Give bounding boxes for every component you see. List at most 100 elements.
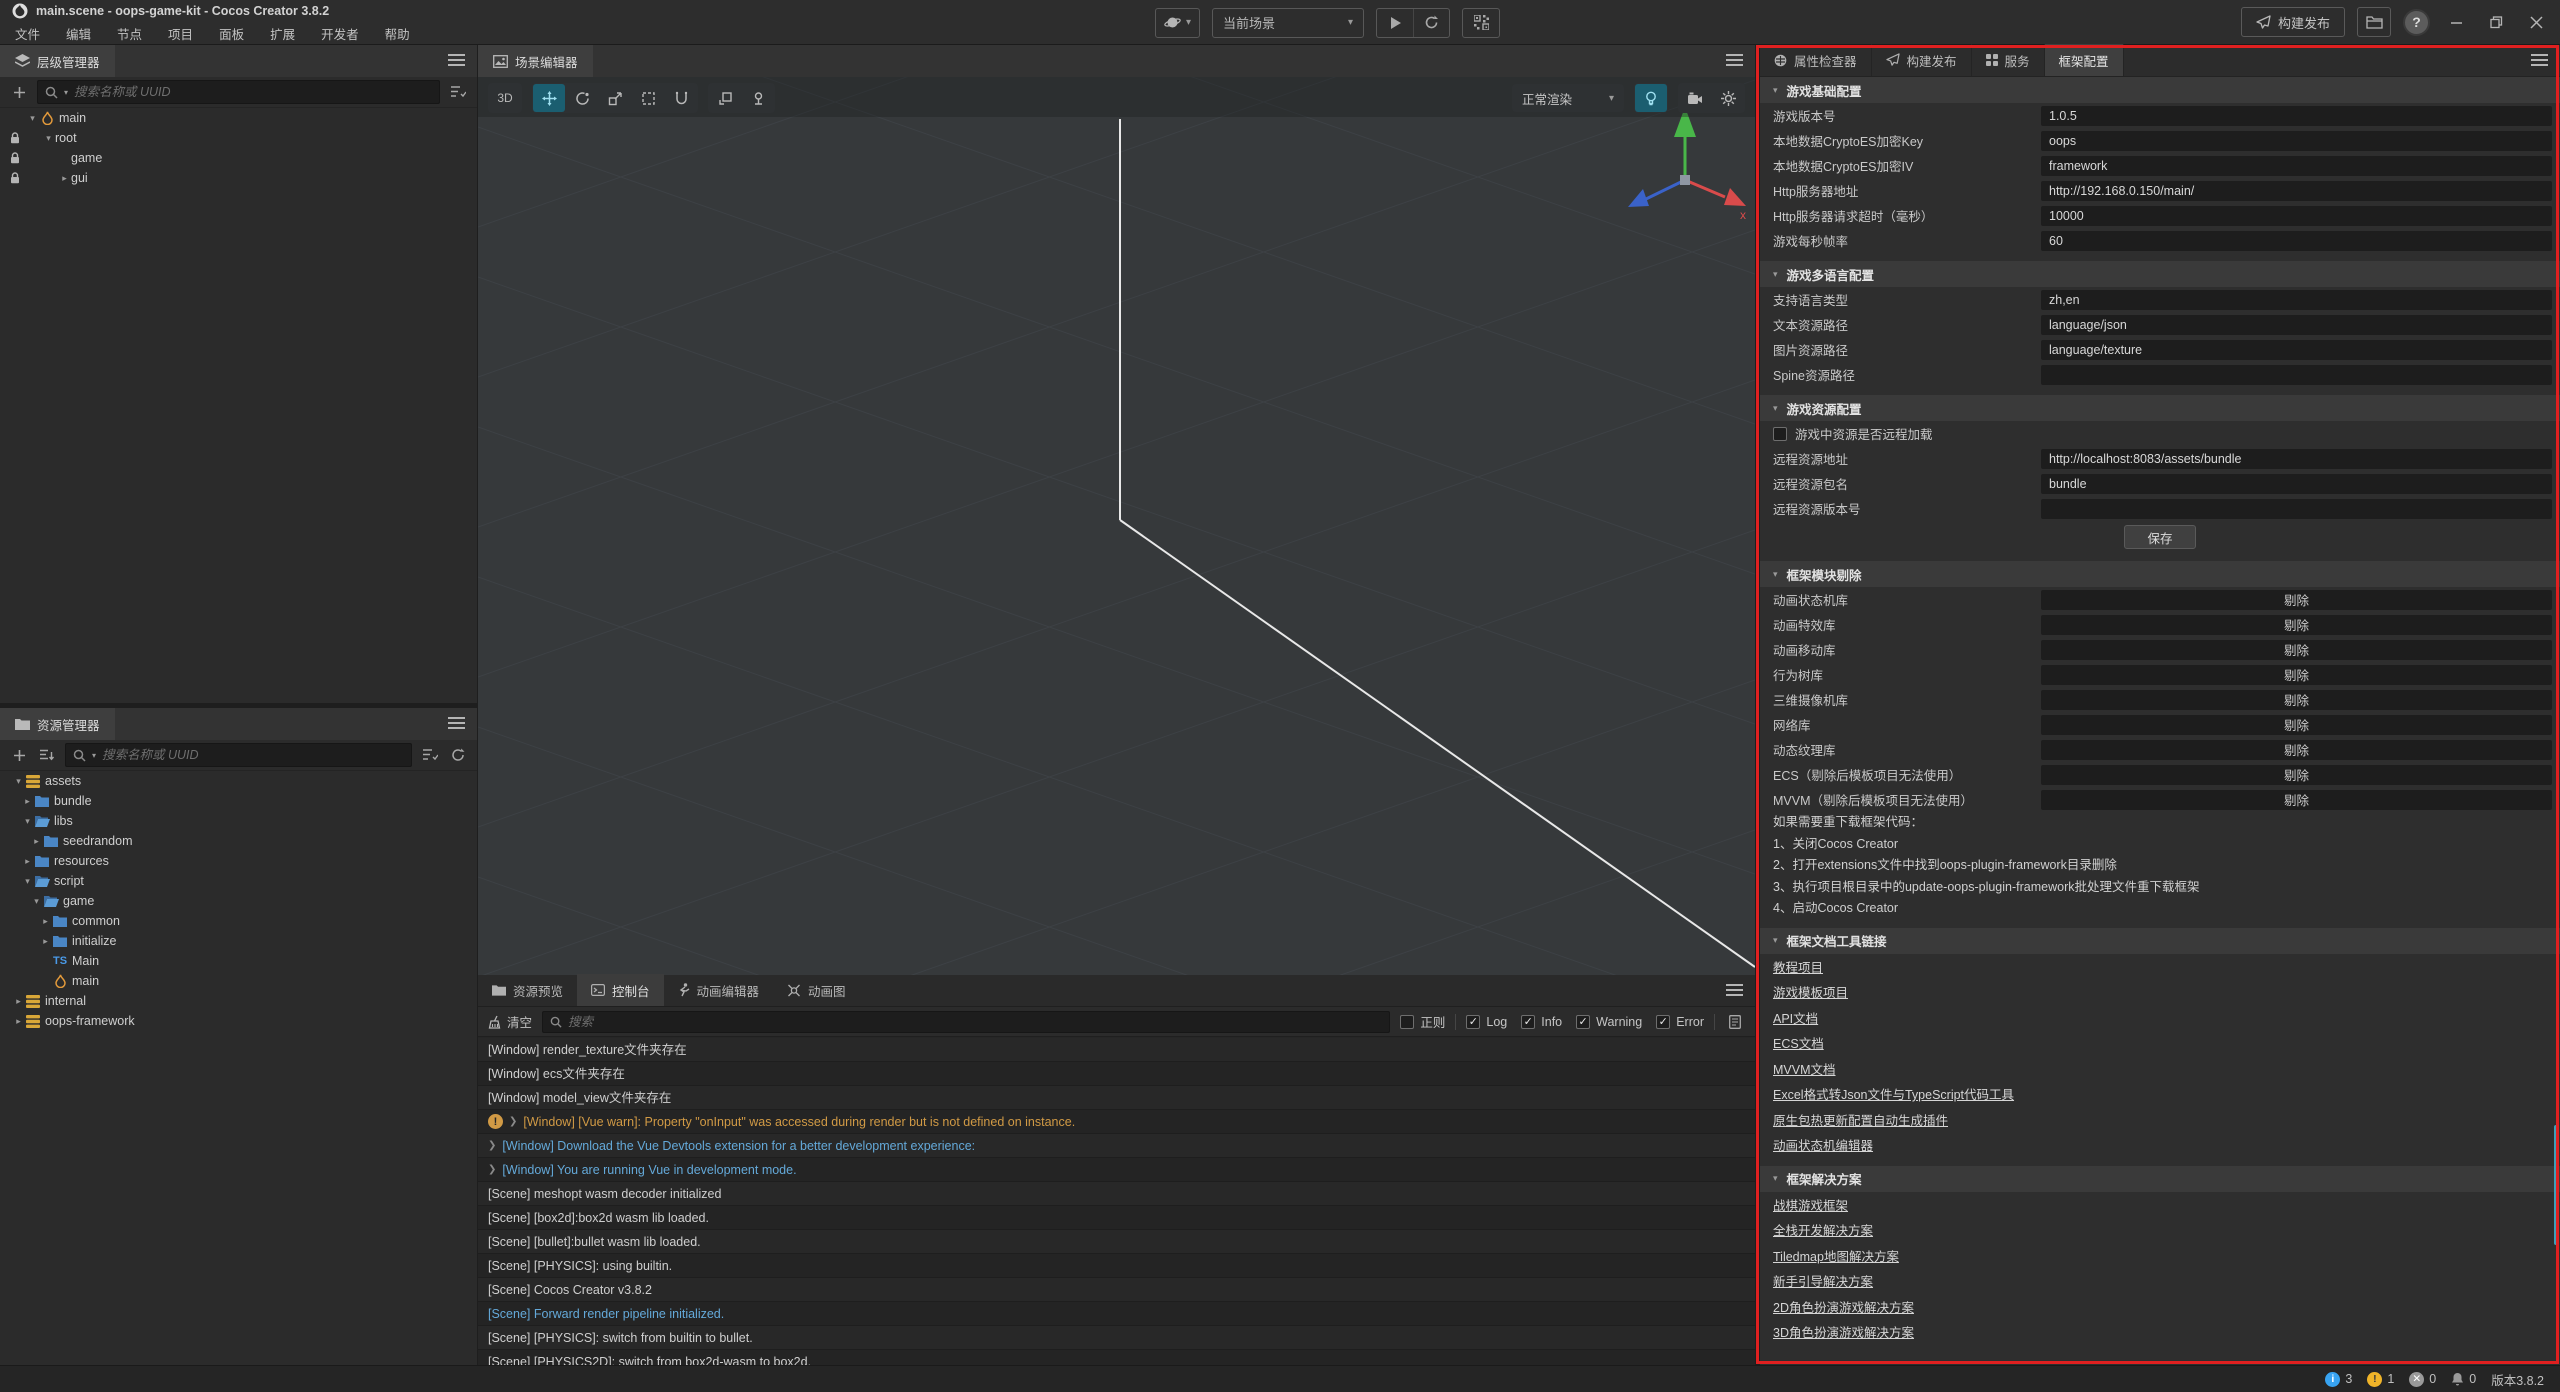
camera-settings-button[interactable] [1679, 84, 1711, 112]
hierarchy-tree-row[interactable]: ▾main [0, 108, 477, 128]
info-count-badge[interactable]: i 3 [2325, 1372, 2352, 1387]
inspector-tab-3[interactable]: 框架配置 [2045, 44, 2124, 76]
prop-value-input[interactable] [2049, 209, 2544, 223]
section-game-basic[interactable]: ▾ 游戏基础配置 [1760, 77, 2560, 103]
menu-item[interactable]: 节点 [104, 24, 155, 43]
help-button[interactable]: ? [2403, 9, 2430, 36]
expand-arrow-icon[interactable]: ▸ [39, 936, 52, 947]
pivot-toggle-button[interactable] [709, 84, 741, 112]
section-game-lang[interactable]: ▾ 游戏多语言配置 [1760, 261, 2560, 287]
remove-module-button[interactable]: 剔除 [2041, 740, 2552, 760]
asset-tree-row[interactable]: ▸resources [0, 851, 477, 871]
solutions-link[interactable]: 战棋游戏框架 [1773, 1195, 1848, 1214]
filter-checkbox-log[interactable]: ✓Log [1466, 1015, 1507, 1029]
asset-tree-row[interactable]: ▸bundle [0, 791, 477, 811]
remove-module-button[interactable]: 剔除 [2041, 790, 2552, 810]
expand-arrow-icon[interactable]: ❯ [488, 1134, 496, 1158]
filter-checkbox-error[interactable]: ✓Error [1656, 1015, 1704, 1029]
menu-item[interactable]: 面板 [206, 24, 257, 43]
log-row[interactable]: [Scene] [box2d]:box2d wasm lib loaded. [478, 1206, 1755, 1230]
remote-load-checkbox[interactable] [1773, 427, 1787, 441]
prop-value-input[interactable] [2049, 109, 2544, 123]
docs-link[interactable]: 原生包热更新配置自动生成插件 [1773, 1110, 1948, 1129]
hierarchy-tree-row[interactable]: game [0, 148, 477, 168]
save-button[interactable]: 保存 [2124, 525, 2196, 549]
menu-item[interactable]: 帮助 [372, 24, 423, 43]
log-row[interactable]: [Window] model_view文件夹存在 [478, 1086, 1755, 1110]
error-count-badge[interactable]: ✕ 0 [2409, 1372, 2436, 1387]
remove-module-button[interactable]: 剔除 [2041, 640, 2552, 660]
open-project-folder-button[interactable] [2357, 7, 2391, 37]
filter-checkbox-warning[interactable]: ✓Warning [1576, 1015, 1642, 1029]
inspector-tab-2[interactable]: 服务 [1972, 44, 2045, 76]
sort-assets-icon[interactable] [37, 745, 57, 765]
console-tab-0[interactable]: 资源预览 [478, 974, 577, 1006]
console-tab-console[interactable]: 控制台 [577, 974, 664, 1006]
panel-menu-icon[interactable] [2531, 54, 2548, 67]
remove-module-button[interactable]: 剔除 [2041, 765, 2552, 785]
log-row[interactable]: [Scene] [bullet]:bullet wasm lib loaded. [478, 1230, 1755, 1254]
asset-tree-row[interactable]: main [0, 971, 477, 991]
log-row[interactable]: [Window] ecs文件夹存在 [478, 1062, 1755, 1086]
expand-arrow-icon[interactable]: ▸ [58, 173, 71, 184]
docs-link[interactable]: 游戏模板项目 [1773, 982, 1848, 1001]
section-framework-modules[interactable]: ▾ 框架模块剔除 [1760, 561, 2560, 587]
asset-tree-row[interactable]: ▾libs [0, 811, 477, 831]
asset-tree-row[interactable]: ▾assets [0, 771, 477, 791]
assets-search-input[interactable] [102, 748, 404, 762]
lock-icon[interactable] [10, 132, 20, 144]
section-game-res[interactable]: ▾ 游戏资源配置 [1760, 395, 2560, 421]
solutions-link[interactable]: 3D角色扮演游戏解决方案 [1773, 1322, 1914, 1341]
prop-value-input[interactable] [2049, 184, 2544, 198]
preview-qr-button[interactable] [1463, 9, 1499, 37]
transform-tool-button[interactable] [665, 84, 697, 112]
menu-item[interactable]: 开发者 [308, 24, 372, 43]
menu-item[interactable]: 项目 [155, 24, 206, 43]
asset-tree-row[interactable]: ▾script [0, 871, 477, 891]
rotate-tool-button[interactable] [566, 84, 598, 112]
panel-menu-icon[interactable] [448, 717, 465, 730]
platform-select-button[interactable]: ▾ [1156, 9, 1199, 37]
docs-link[interactable]: ECS文档 [1773, 1033, 1824, 1052]
log-row[interactable]: [Scene] [PHYSICS2D]: switch from box2d-w… [478, 1350, 1755, 1365]
notification-badge[interactable]: 0 [2451, 1372, 2476, 1386]
expand-arrow-icon[interactable]: ▾ [21, 876, 34, 887]
move-tool-button[interactable] [533, 84, 565, 112]
log-row[interactable]: [Scene] Cocos Creator v3.8.2 [478, 1278, 1755, 1302]
remove-module-button[interactable]: 剔除 [2041, 690, 2552, 710]
gear-icon[interactable] [1712, 84, 1744, 112]
section-docs-links[interactable]: ▾ 框架文档工具链接 [1760, 928, 2560, 954]
prop-value-input[interactable] [2049, 368, 2544, 382]
asset-tree-row[interactable]: ▸oops-framework [0, 1011, 477, 1031]
search-type-chevron-icon[interactable]: ▾ [64, 88, 68, 97]
scene-editor-tab[interactable]: 场景编辑器 [478, 45, 593, 77]
refresh-icon[interactable] [448, 745, 468, 765]
regex-checkbox[interactable]: 正则 [1400, 1012, 1445, 1031]
hierarchy-search[interactable]: ▾ [37, 80, 440, 104]
expand-arrow-icon[interactable]: ❯ [488, 1158, 496, 1182]
console-search[interactable] [542, 1011, 1390, 1033]
filter-icon[interactable] [420, 745, 440, 765]
mode-3d-toggle[interactable]: 3D [489, 84, 521, 112]
expand-arrow-icon[interactable]: ▾ [21, 816, 34, 827]
scene-viewport[interactable]: x 3D 正常渲染 [478, 77, 1755, 975]
expand-arrow-icon[interactable]: ❯ [509, 1110, 517, 1134]
prop-value-input[interactable] [2049, 293, 2544, 307]
assets-tab[interactable]: 资源管理器 [0, 708, 115, 740]
filter-icon[interactable] [448, 82, 468, 102]
inspector-tab-0[interactable]: 属性检查器 [1760, 44, 1872, 76]
hierarchy-tree-row[interactable]: ▾root [0, 128, 477, 148]
prop-value-input[interactable] [2049, 234, 2544, 248]
expand-arrow-icon[interactable]: ▾ [30, 896, 43, 907]
lock-icon[interactable] [10, 172, 20, 184]
panel-menu-icon[interactable] [1726, 984, 1743, 997]
prop-value-input[interactable] [2049, 477, 2544, 491]
asset-tree-row[interactable]: ▸initialize [0, 931, 477, 951]
close-button[interactable] [2522, 8, 2550, 36]
console-tab-3[interactable]: 动画图 [773, 974, 860, 1006]
restore-window-button[interactable] [2482, 8, 2510, 36]
expand-arrow-icon[interactable]: ▸ [39, 916, 52, 927]
rect-tool-button[interactable] [632, 84, 664, 112]
create-node-button[interactable] [9, 82, 29, 102]
minimize-button[interactable] [2442, 8, 2470, 36]
